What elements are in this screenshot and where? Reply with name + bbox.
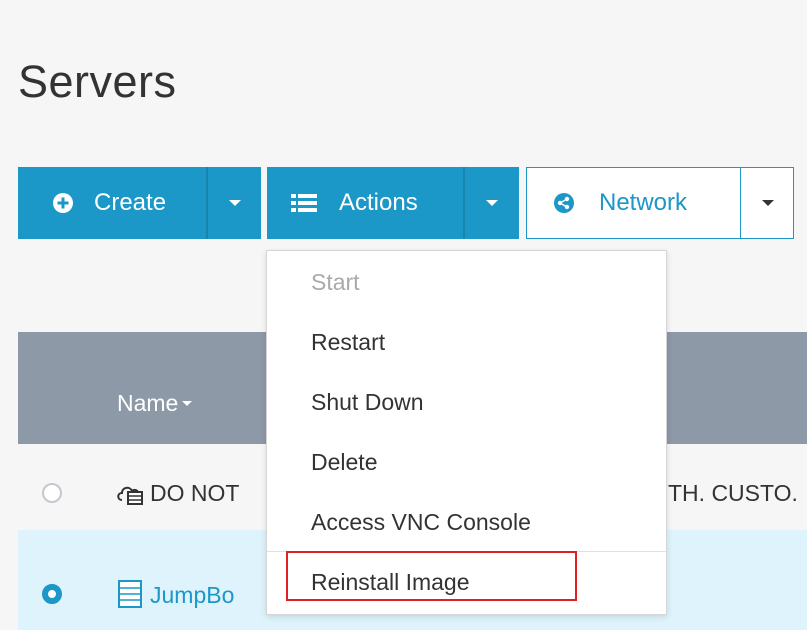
row-name: DO NOT [150,480,240,506]
row-radio[interactable] [42,483,62,503]
actions-button[interactable]: Actions [267,167,463,239]
name-column-label: Name [117,390,179,416]
highlight-box [286,551,577,601]
row-radio[interactable] [42,584,62,604]
network-dropdown-toggle[interactable] [741,168,794,238]
cloud-server-icon [117,486,143,505]
chevron-down-icon [228,200,241,206]
page-title: Servers [18,56,177,107]
menu-item-start: Start [311,269,360,295]
menu-item-restart[interactable]: Restart [311,329,385,356]
row-description: TH. CUSTO. [668,480,798,506]
create-button-group: Create [18,167,261,239]
network-label: Network [599,189,688,216]
row-name-link[interactable]: JumpBo [150,582,234,609]
create-button[interactable]: Create [18,167,206,239]
actions-button-group: Actions [267,167,519,239]
actions-dropdown-toggle[interactable] [465,167,519,239]
network-icon [554,193,574,213]
chevron-down-icon [761,200,774,206]
menu-item-shut-down[interactable]: Shut Down [311,389,424,416]
name-column-header[interactable]: Name [117,390,193,417]
plus-circle-icon [53,193,73,213]
network-button-group: Network [526,167,794,239]
create-label: Create [94,189,167,216]
menu-item-delete[interactable]: Delete [311,449,377,476]
create-dropdown-toggle[interactable] [208,167,261,239]
menu-item-access-vnc-console[interactable]: Access VNC Console [311,509,531,536]
network-button[interactable]: Network [527,168,740,238]
server-icon [118,580,142,608]
actions-label: Actions [339,189,418,216]
chevron-down-icon [486,200,498,206]
list-icon [291,194,317,212]
sort-down-icon [182,401,193,406]
